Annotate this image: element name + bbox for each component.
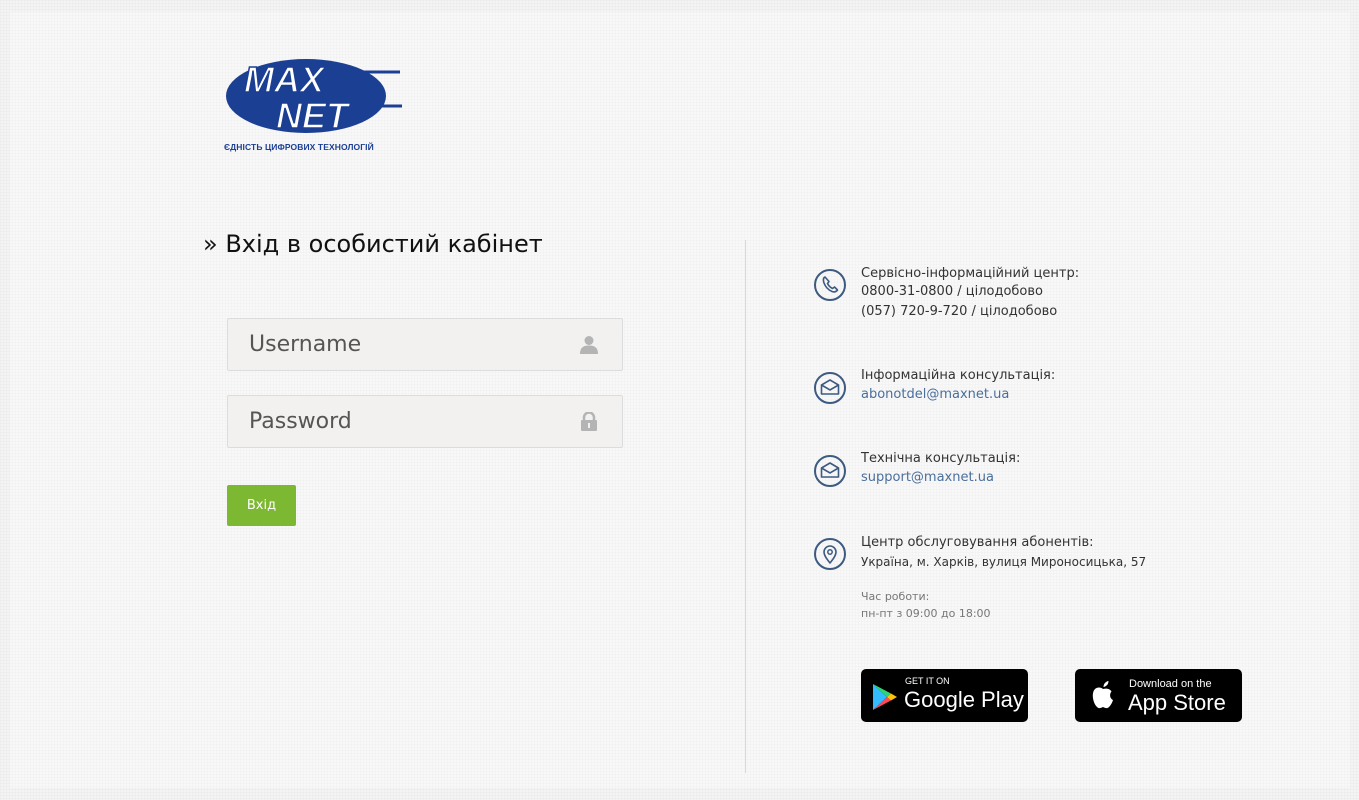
app-store-badge[interactable]: Download on the App Store — [1075, 669, 1242, 722]
user-icon — [580, 336, 598, 354]
password-input[interactable] — [249, 396, 569, 447]
office-hours-label: Час роботи: — [861, 590, 930, 603]
google-play-big-text: Google Play — [904, 687, 1024, 712]
tech-consultation-title: Технічна консультація: — [861, 451, 1021, 466]
column-divider — [745, 240, 746, 773]
tech-email-link[interactable]: support@maxnet.ua — [861, 470, 994, 485]
login-button[interactable]: Вхід — [227, 485, 296, 526]
office-hours: пн-пт з 09:00 до 18:00 — [861, 607, 991, 620]
service-phone-2[interactable]: (057) 720-9-720 / цілодобово — [861, 304, 1057, 319]
mail-icon — [814, 372, 846, 404]
username-input[interactable] — [249, 319, 569, 370]
office-title: Центр обслуговування абонентів: — [861, 535, 1094, 550]
login-title: » Вхід в особистий кабінет — [203, 230, 543, 258]
svg-text:NET: NET — [276, 95, 351, 136]
svg-text:MAX: MAX — [244, 59, 326, 100]
info-email-link[interactable]: abonotdel@maxnet.ua — [861, 387, 1009, 402]
maxnet-logo-graphic: MAX NET — [226, 58, 402, 137]
info-consultation-title: Інформаційна консультація: — [861, 368, 1056, 383]
google-play-badge[interactable]: GET IT ON Google Play — [861, 669, 1028, 722]
office-address: Україна, м. Харків, вулиця Мироносицька,… — [861, 555, 1147, 569]
google-play-small-text: GET IT ON — [905, 676, 950, 686]
service-center-title: Сервісно-інформаційний центр: — [861, 266, 1080, 281]
password-field — [227, 395, 623, 448]
service-phone-1[interactable]: 0800-31-0800 / цілодобово — [861, 284, 1043, 299]
logo-tagline: ЄДНІСТЬ ЦИФРОВИХ ТЕХНОЛОГІЙ — [224, 142, 374, 152]
apple-icon — [1092, 681, 1113, 709]
maxnet-logo[interactable]: MAX NET ЄДНІСТЬ ЦИФРОВИХ ТЕХНОЛОГІЙ — [224, 44, 404, 160]
app-store-small-text: Download on the — [1129, 678, 1212, 690]
username-field — [227, 318, 623, 371]
google-play-icon — [873, 684, 897, 710]
phone-icon — [814, 269, 846, 301]
app-store-big-text: App Store — [1128, 690, 1226, 715]
location-pin-icon — [814, 538, 846, 570]
lock-icon — [581, 412, 597, 431]
mail-icon — [814, 455, 846, 487]
